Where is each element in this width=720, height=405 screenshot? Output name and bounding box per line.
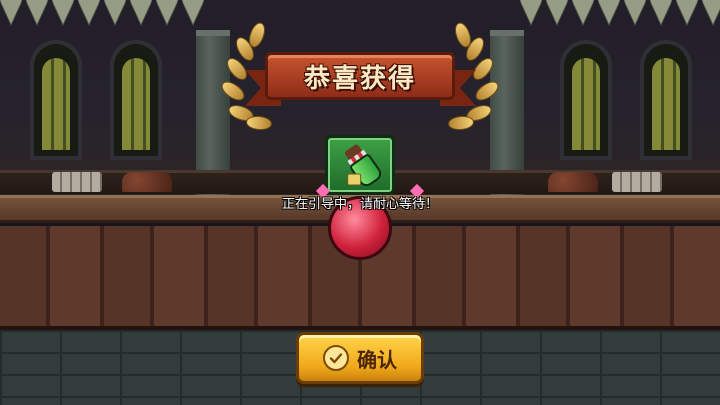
confirm-button[interactable]: 确认 — [296, 332, 424, 384]
confirm-label: 确认 — [357, 347, 397, 372]
guide-message: 正在引导中，请耐心等待！ — [281, 197, 438, 212]
reward-item-slot[interactable] — [325, 135, 395, 195]
green-potion-icon — [332, 135, 393, 196]
reward-banner: 恭喜获得 — [265, 52, 455, 100]
check-icon — [323, 345, 349, 371]
banner-title: 恭喜获得 — [303, 63, 416, 94]
game-scene: 恭喜获得 正在引导中，请耐心等待！ 确认 — [0, 0, 720, 405]
